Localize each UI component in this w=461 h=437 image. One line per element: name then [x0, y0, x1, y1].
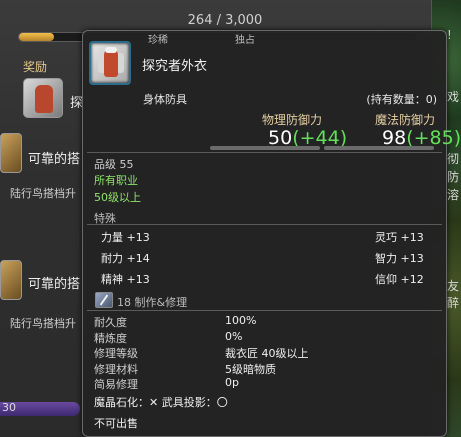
right-edge-text: 防 [447, 170, 460, 184]
entry-title[interactable]: 可靠的搭 [28, 273, 80, 292]
repair-material-value: 5级暗物质 [225, 363, 276, 376]
attr-vitality: 耐力 +14 [101, 252, 150, 265]
item-category: 身体防具 [143, 93, 187, 106]
attr-strength: 力量 +13 [101, 231, 150, 244]
item-name: 探究者外衣 [142, 59, 208, 74]
durability-value: 100% [225, 314, 257, 327]
repair-material-label: 修理材料 [94, 363, 138, 376]
class-requirement: 所有职业 [94, 174, 138, 187]
level-requirement: 50级以上 [94, 191, 141, 204]
divider [87, 152, 442, 153]
right-edge-text: ! [447, 28, 452, 42]
item-level: 品级 55 [94, 158, 134, 171]
unique-tag: 独占 [235, 35, 255, 46]
magic-defense-bar [324, 146, 434, 150]
item-tooltip: 珍稀 独占 探究者外衣 身体防具 (持有数量：0) 物理防御力 50(+44) … [82, 30, 461, 437]
spiritbond-value: 0% [225, 330, 243, 343]
physical-defense-label: 物理防御力 [262, 113, 323, 127]
quick-repair-label: 简易修理 [94, 378, 138, 391]
progress-text: 264 / 3,000 [187, 13, 263, 28]
entry-icon[interactable] [0, 133, 22, 173]
reward-coat-icon[interactable] [23, 78, 63, 118]
crafting-tool-icon [95, 292, 113, 308]
attr-intelligence: 智力 +13 [375, 252, 424, 265]
unsellable-note: 不可出售 [94, 417, 138, 430]
entry-subtitle: 陆行鸟搭档升 [10, 317, 76, 330]
repair-level-value: 裁衣匠 40级以上 [225, 347, 309, 360]
materia-glamour-flags: 魔晶石化：✕ 武具投影：〇 [94, 396, 228, 409]
durability-label: 耐久度 [94, 316, 127, 329]
magic-defense-label: 魔法防御力 [375, 113, 436, 127]
right-edge-text: 友 [447, 279, 460, 293]
repair-section-header: 18 制作&修理 [117, 296, 188, 309]
owned-count: (持有数量：0) [366, 93, 437, 106]
right-edge-text: 戏 [447, 90, 460, 104]
right-edge-text: 彻 [447, 152, 460, 166]
divider [87, 310, 442, 311]
attr-mind: 精神 +13 [101, 273, 150, 286]
attr-piety: 信仰 +12 [375, 273, 424, 286]
entry-icon[interactable] [0, 260, 22, 300]
divider [87, 224, 442, 225]
right-edge-text: 溶 [447, 188, 460, 202]
coat-icon [89, 41, 131, 85]
entry-subtitle: 陆行鸟搭档升 [10, 187, 76, 200]
reward-label: 奖励 [23, 60, 48, 74]
repair-level-label: 修理等级 [94, 347, 138, 360]
attr-dexterity: 灵巧 +13 [375, 231, 424, 244]
progress-fill [19, 33, 55, 41]
rarity-tag: 珍稀 [148, 35, 168, 46]
entry-title[interactable]: 可靠的搭 [28, 148, 80, 167]
spiritbond-label: 精炼度 [94, 332, 127, 345]
right-edge-text: 醉 [447, 296, 460, 310]
quick-repair-value: 0p [225, 376, 239, 389]
physical-defense-bar [210, 146, 320, 150]
bottom-text: 30 [2, 401, 16, 414]
